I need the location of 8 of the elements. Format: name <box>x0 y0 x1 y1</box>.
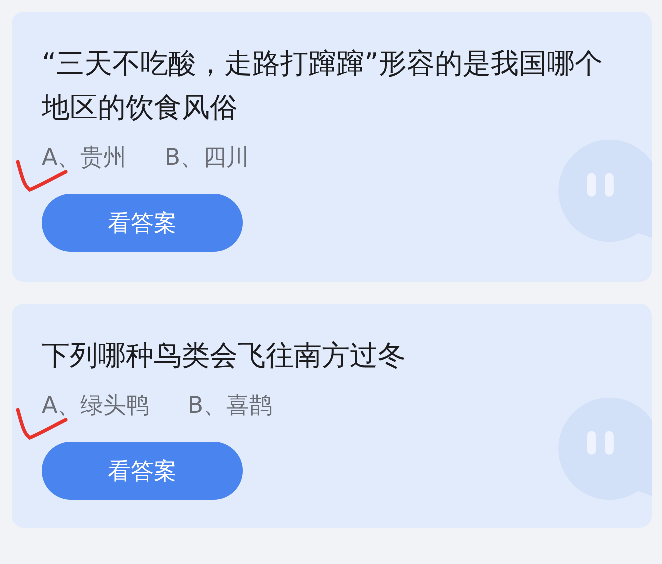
option-text[interactable]: B、喜鹊 <box>188 393 273 419</box>
question-text: “三天不吃酸，走路打蹿蹿”形容的是我国哪个地区的饮食风俗 <box>42 46 604 126</box>
option-text[interactable]: A、绿头鸭 <box>42 393 150 419</box>
question-text: 下列哪种鸟类会飞往南方过冬 <box>42 338 407 374</box>
option-text[interactable]: B、四川 <box>164 145 250 171</box>
option-text[interactable]: A、贵州 <box>42 145 127 171</box>
view-answer-button[interactable]: 看答案 <box>42 442 243 500</box>
view-answer-button[interactable]: 看答案 <box>42 194 243 252</box>
